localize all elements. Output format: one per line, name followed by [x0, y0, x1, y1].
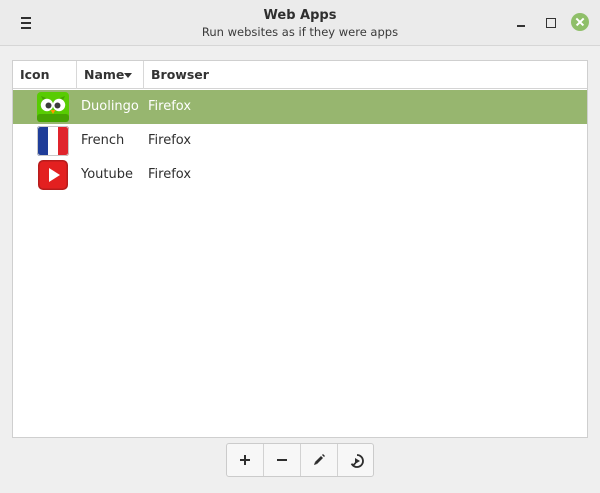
column-name-label: Name	[84, 67, 125, 82]
edit-pencil-icon	[314, 454, 325, 465]
app-name: French	[81, 133, 125, 148]
remove-button[interactable]	[264, 444, 301, 476]
launch-icon	[350, 454, 364, 468]
app-row-french[interactable]: French Firefox	[13, 124, 587, 158]
french-flag-icon	[37, 126, 69, 156]
title-block: Web Apps Run websites as if they were ap…	[150, 8, 450, 40]
remove-icon	[277, 459, 287, 461]
column-icon-label: Icon	[20, 67, 50, 82]
column-header: Icon Name Browser	[13, 61, 587, 89]
sort-down-icon	[124, 73, 132, 78]
column-name-header[interactable]: Name	[77, 61, 144, 89]
app-browser: Firefox	[148, 133, 192, 148]
app-browser: Firefox	[148, 99, 192, 114]
app-row-youtube[interactable]: Youtube Firefox	[13, 158, 587, 192]
duolingo-owl-icon	[37, 92, 69, 122]
web-apps-list: Icon Name Browser Duolingo Firefox Frenc…	[12, 60, 588, 438]
app-row-duolingo[interactable]: Duolingo Firefox	[13, 90, 587, 124]
hamburger-menu-icon[interactable]	[13, 13, 39, 33]
column-icon-header[interactable]: Icon	[13, 61, 77, 89]
close-icon[interactable]	[571, 13, 589, 31]
edit-button[interactable]	[301, 444, 338, 476]
minimize-icon[interactable]	[512, 14, 530, 32]
bottom-toolbar	[226, 443, 374, 477]
launch-button[interactable]	[338, 444, 375, 476]
column-browser-header[interactable]: Browser	[144, 61, 587, 89]
column-browser-label: Browser	[151, 67, 209, 82]
app-name: Youtube	[81, 167, 133, 182]
app-name: Duolingo	[81, 99, 139, 114]
maximize-icon[interactable]	[542, 14, 560, 32]
window-title: Web Apps	[263, 8, 337, 23]
header-bar: Web Apps Run websites as if they were ap…	[0, 0, 600, 46]
add-button[interactable]	[227, 444, 264, 476]
web-apps-window: Web Apps Run websites as if they were ap…	[0, 0, 600, 493]
youtube-icon	[37, 160, 69, 190]
window-subtitle: Run websites as if they were apps	[201, 25, 399, 39]
add-icon	[240, 455, 250, 465]
app-browser: Firefox	[148, 167, 192, 182]
